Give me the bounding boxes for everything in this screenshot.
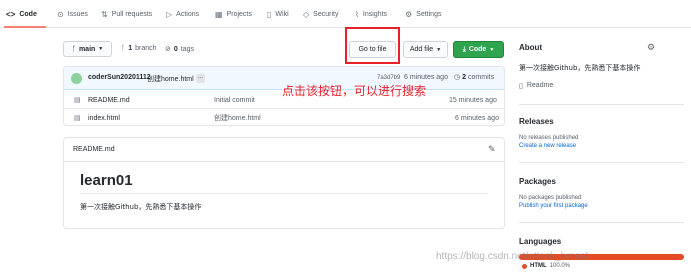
tab-label: Wiki [275, 10, 289, 18]
repo-nav: <> Code ⊙ Issues ⇅ Pull requests ▷ Actio… [0, 0, 691, 28]
tags-link[interactable]: ⊘ 0 tags [165, 45, 195, 54]
code-button-label: Code [468, 46, 487, 53]
file-age: 6 minutes ago [455, 114, 499, 122]
code-download-button[interactable]: ⤓ Code ▼ [453, 41, 504, 58]
chevron-down-icon: ▼ [489, 46, 495, 53]
branch-count-label: branch [135, 45, 157, 52]
packages-title[interactable]: Packages [519, 177, 556, 186]
file-age: 15 minutes ago [449, 96, 497, 104]
tags-count-label: tags [180, 45, 195, 53]
chevron-down-icon: ▼ [98, 46, 104, 52]
tab-label: Projects [226, 10, 252, 18]
releases-title[interactable]: Releases [519, 117, 554, 126]
tab-settings[interactable]: ⚙ Settings [405, 0, 441, 28]
readme-link-label: Readme [526, 82, 554, 89]
annotation-text: 点击该按钮，可以进行搜索 [282, 84, 427, 98]
commit-author[interactable]: coderSun20201112 [88, 74, 151, 81]
tab-label: Code [19, 10, 37, 18]
chevron-down-icon: ▼ [436, 46, 442, 53]
file-name[interactable]: index.html [88, 109, 120, 127]
graph-icon: ⌇ [355, 9, 359, 19]
readme-heading: learn01 [80, 172, 133, 189]
tags-count: 0 [173, 45, 178, 53]
download-icon: ⤓ [462, 45, 466, 53]
branch-name: main [78, 45, 96, 53]
readme-link[interactable]: ▯ Readme [519, 82, 553, 90]
issue-icon: ⊙ [57, 9, 64, 19]
pencil-icon[interactable]: ✎ [488, 144, 496, 155]
tab-label: Settings [416, 10, 442, 18]
tab-issues[interactable]: ⊙ Issues [57, 0, 88, 28]
about-title: About [519, 43, 543, 52]
table-row[interactable]: ▤ index.html 创建home.html 6 minutes ago [64, 109, 504, 127]
commits-link[interactable]: ◷ 2 commits [454, 73, 495, 82]
project-icon: ▦ [215, 9, 223, 19]
file-name[interactable]: README.md [88, 91, 130, 109]
commit-hash[interactable]: 7a3d7b9 [377, 75, 400, 81]
commit-time: 6 minutes ago [404, 74, 448, 81]
file-commit-message[interactable]: Initial commit [214, 91, 255, 109]
create-release-link[interactable]: Create a new release [519, 143, 576, 149]
file-icon: ▤ [74, 97, 81, 104]
commit-count: 2 [462, 73, 467, 81]
gear-icon[interactable]: ⚙ [647, 42, 655, 53]
tab-pull-requests[interactable]: ⇅ Pull requests [101, 0, 152, 28]
readme-header: README.md ✎ [64, 138, 504, 162]
tab-insights[interactable]: ⌇ Insights [355, 0, 387, 28]
branch-select-button[interactable]: ᚴ main ▼ [63, 41, 112, 57]
sidebar-divider [519, 104, 684, 105]
pull-request-icon: ⇅ [101, 9, 108, 19]
language-color-dot [522, 263, 527, 269]
tab-projects[interactable]: ▦ Projects [215, 0, 252, 28]
commit-expand-button[interactable]: ... [196, 74, 206, 83]
add-file-button[interactable]: Add file ▼ [403, 41, 448, 58]
packages-empty-text: No packages published [519, 195, 582, 201]
tab-wiki[interactable]: ▯ Wiki [267, 0, 289, 28]
sidebar-divider [519, 162, 684, 163]
tab-actions[interactable]: ▷ Actions [166, 0, 199, 28]
languages-title: Languages [519, 237, 562, 246]
commit-message[interactable]: 创建home.html [147, 74, 194, 84]
branches-link[interactable]: ᚴ 1 branch [121, 45, 157, 52]
shield-icon: ◇ [303, 9, 310, 19]
tab-code[interactable]: <> Code [6, 0, 37, 28]
selected-tab-indicator [4, 26, 46, 28]
book-icon: ▯ [267, 9, 272, 19]
readme-filename: README.md [73, 146, 115, 153]
commit-count-label: commits [468, 73, 495, 81]
tag-icon: ⊘ [165, 46, 171, 53]
file-icon: ▤ [74, 115, 81, 122]
branch-icon: ᚴ [71, 45, 76, 53]
play-icon: ▷ [166, 9, 173, 19]
watermark-text: https://blog.csdn.net/attack_breast [436, 251, 589, 262]
readme-divider [80, 193, 488, 194]
readme-panel: README.md ✎ learn01 第一次接触Github，先熟悉下基本操作 [63, 137, 505, 229]
file-commit-message[interactable]: 创建home.html [214, 109, 261, 127]
highlight-box [345, 27, 400, 64]
branch-icon: ᚴ [121, 45, 126, 52]
language-percent: 100.0% [549, 263, 571, 269]
gear-icon: ⚙ [405, 9, 413, 19]
tab-label: Pull requests [111, 10, 153, 18]
branch-count: 1 [128, 45, 133, 52]
tab-label: Actions [176, 10, 200, 18]
history-icon: ◷ [454, 74, 461, 81]
avatar[interactable] [71, 73, 82, 84]
code-icon: <> [6, 9, 16, 19]
tab-label: Issues [67, 10, 88, 18]
readme-body: 第一次接触Github，先熟悉下基本操作 [80, 203, 202, 211]
book-icon: ▯ [519, 83, 523, 90]
publish-package-link[interactable]: Publish your first package [519, 203, 588, 209]
tab-label: Insights [362, 10, 388, 18]
releases-empty-text: No releases published [519, 135, 579, 141]
tab-security[interactable]: ◇ Security [303, 0, 338, 28]
add-file-label: Add file [409, 46, 434, 53]
repo-description: 第一次接触Github，先熟悉下基本操作 [519, 64, 641, 72]
sidebar-divider [519, 222, 684, 223]
language-item[interactable]: HTML 100.0% [522, 263, 570, 269]
language-name: HTML [530, 263, 547, 269]
tab-label: Security [313, 10, 339, 18]
